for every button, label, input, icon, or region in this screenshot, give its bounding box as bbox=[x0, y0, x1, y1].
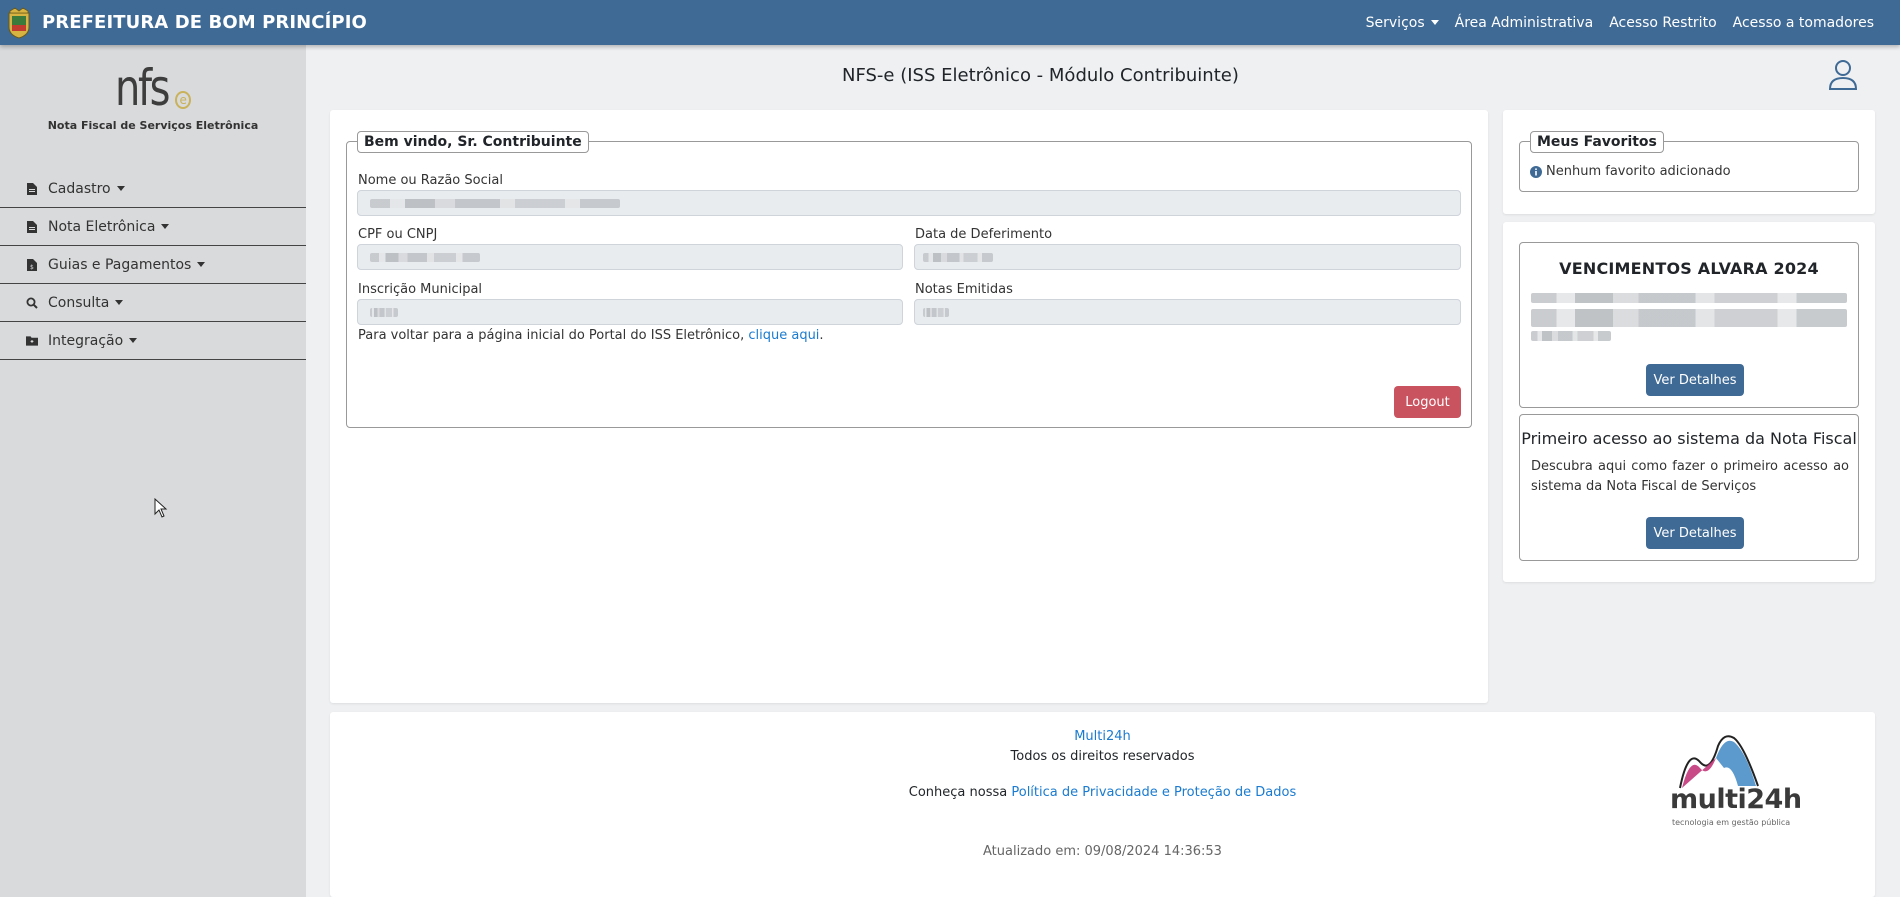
multi24h-logo[interactable]: multi24h tecnologia em gestão pública bbox=[1658, 728, 1802, 832]
redacted-value bbox=[1531, 309, 1847, 327]
primeiro-acesso-details-button[interactable]: Ver Detalhes bbox=[1646, 517, 1744, 549]
nav-area-administrativa[interactable]: Área Administrativa bbox=[1455, 15, 1594, 31]
alvara-box: VENCIMENTOS ALVARA 2024 Ver Detalhes bbox=[1519, 242, 1859, 408]
return-info: Para voltar para a página inicial do Por… bbox=[358, 328, 824, 343]
brand[interactable]: PREFEITURA DE BOM PRINCÍPIO bbox=[0, 0, 367, 45]
chevron-down-icon bbox=[161, 224, 170, 229]
favorites-card: Meus Favoritos Nenhum favorito adicionad… bbox=[1503, 110, 1875, 214]
redacted-value bbox=[370, 308, 398, 317]
name-label: Nome ou Razão Social bbox=[358, 173, 503, 188]
notices-card: VENCIMENTOS ALVARA 2024 Ver Detalhes Pri… bbox=[1503, 222, 1875, 582]
redacted-value bbox=[1531, 293, 1847, 303]
welcome-fieldset: Bem vindo, Sr. Contribuinte Nome ou Razã… bbox=[346, 131, 1472, 428]
sidebar-item-consulta[interactable]: Consulta bbox=[0, 284, 306, 322]
footer-updated: Atualizado em: 09/08/2024 14:36:53 bbox=[983, 844, 1222, 859]
primeiro-acesso-text: Descubra aqui como fazer o primeiro aces… bbox=[1531, 459, 1849, 494]
nfse-logo-area: nfs e Nota Fiscal de Serviços Eletrônica bbox=[0, 45, 306, 170]
footer-company: Multi24h bbox=[330, 729, 1875, 744]
info-icon bbox=[1530, 165, 1542, 178]
cpf-label: CPF ou CNPJ bbox=[358, 227, 438, 242]
site-title: PREFEITURA DE BOM PRINCÍPIO bbox=[42, 12, 367, 33]
deferimento-label: Data de Deferimento bbox=[915, 227, 1053, 242]
multi24h-logo-tagline: tecnologia em gestão pública bbox=[1672, 818, 1791, 827]
return-link[interactable]: clique aqui bbox=[748, 328, 819, 343]
sidebar-item-integracao[interactable]: Integração bbox=[0, 322, 306, 360]
primeiro-acesso-title: Primeiro acesso ao sistema da Nota Fisca… bbox=[1521, 429, 1857, 448]
document-icon bbox=[26, 220, 38, 233]
chevron-down-icon bbox=[129, 338, 138, 343]
inscricao-label: Inscrição Municipal bbox=[358, 282, 483, 297]
return-end: . bbox=[819, 328, 824, 343]
sidebar-item-guias-pagamentos[interactable]: $ Guias e Pagamentos bbox=[0, 246, 306, 284]
redacted-value bbox=[923, 253, 993, 262]
folder-icon bbox=[26, 334, 38, 347]
footer-privacy: Conheça nossa Política de Privacidade e … bbox=[330, 785, 1875, 800]
welcome-legend: Bem vindo, Sr. Contribuinte bbox=[357, 131, 589, 153]
search-icon bbox=[26, 296, 38, 309]
nfse-logo-subtitle: Nota Fiscal de Serviços Eletrônica bbox=[47, 119, 259, 132]
document-icon bbox=[26, 182, 38, 195]
user-icon[interactable] bbox=[1828, 59, 1858, 91]
footer-company-link[interactable]: Multi24h bbox=[1074, 729, 1131, 744]
nav-servicos[interactable]: Serviços bbox=[1366, 15, 1439, 31]
nav-acesso-restrito[interactable]: Acesso Restrito bbox=[1609, 15, 1716, 31]
page-header: NFS-e (ISS Eletrônico - Módulo Contribui… bbox=[306, 45, 1900, 107]
alvara-title: VENCIMENTOS ALVARA 2024 bbox=[1559, 259, 1819, 278]
chevron-down-icon bbox=[1430, 20, 1439, 25]
page-title: NFS-e (ISS Eletrônico - Módulo Contribui… bbox=[842, 65, 1239, 86]
primeiro-acesso-box: Primeiro acesso ao sistema da Nota Fisca… bbox=[1519, 414, 1859, 561]
svg-text:$: $ bbox=[30, 264, 34, 271]
deferimento-field[interactable] bbox=[914, 244, 1461, 270]
sidebar-item-label: Cadastro bbox=[48, 180, 111, 197]
sidebar-item-nota-eletronica[interactable]: Nota Eletrônica bbox=[0, 208, 306, 246]
receipt-icon: $ bbox=[26, 258, 38, 271]
sidebar-item-label: Consulta bbox=[48, 294, 110, 311]
cpf-field[interactable] bbox=[357, 244, 903, 270]
redacted-value bbox=[370, 253, 480, 262]
multi24h-logo-text: multi24h bbox=[1670, 784, 1802, 815]
sidebar-item-label: Nota Eletrônica bbox=[48, 218, 156, 235]
sidebar-item-label: Integração bbox=[48, 332, 124, 349]
notas-label: Notas Emitidas bbox=[915, 282, 1013, 297]
sidebar: nfs e Nota Fiscal de Serviços Eletrônica… bbox=[0, 45, 306, 897]
footer-rights: Todos os direitos reservados bbox=[1010, 749, 1195, 764]
redacted-value bbox=[370, 199, 620, 208]
sidebar-item-label: Guias e Pagamentos bbox=[48, 256, 192, 273]
nav-servicos-label: Serviços bbox=[1365, 14, 1425, 31]
inscricao-field[interactable] bbox=[357, 299, 903, 325]
sidebar-item-cadastro[interactable]: Cadastro bbox=[0, 170, 306, 208]
nav-links: Serviços Área Administrativa Acesso Rest… bbox=[1350, 15, 1900, 31]
nfse-logo-e: e bbox=[175, 91, 192, 109]
alvara-details-button[interactable]: Ver Detalhes bbox=[1646, 364, 1744, 396]
nfse-logo-text: nfs bbox=[114, 59, 170, 117]
logout-button[interactable]: Logout bbox=[1394, 386, 1461, 418]
favorites-fieldset: Meus Favoritos Nenhum favorito adicionad… bbox=[1519, 131, 1859, 192]
nav-acesso-tomadores[interactable]: Acesso a tomadores bbox=[1733, 15, 1874, 31]
city-crest-icon bbox=[8, 7, 30, 39]
name-field[interactable] bbox=[357, 190, 1461, 216]
top-navbar: PREFEITURA DE BOM PRINCÍPIO Serviços Áre… bbox=[0, 0, 1900, 45]
return-text: Para voltar para a página inicial do Por… bbox=[358, 328, 749, 343]
footer: Multi24h Todos os direitos reservados Co… bbox=[330, 712, 1875, 897]
favorites-empty: Nenhum favorito adicionado bbox=[1530, 164, 1731, 179]
nfse-logo: nfs e bbox=[114, 59, 192, 117]
notas-field[interactable] bbox=[914, 299, 1461, 325]
chevron-down-icon bbox=[197, 262, 206, 267]
privacy-policy-link[interactable]: Política de Privacidade e Proteção de Da… bbox=[1011, 785, 1296, 800]
footer-privacy-prefix: Conheça nossa bbox=[908, 785, 1012, 800]
chevron-down-icon bbox=[116, 186, 125, 191]
favorites-legend: Meus Favoritos bbox=[1530, 131, 1664, 153]
redacted-value bbox=[1531, 331, 1611, 341]
mouse-cursor-icon bbox=[154, 498, 168, 518]
favorites-empty-text: Nenhum favorito adicionado bbox=[1546, 164, 1731, 179]
welcome-card: Bem vindo, Sr. Contribuinte Nome ou Razã… bbox=[330, 110, 1488, 703]
redacted-value bbox=[923, 308, 949, 317]
chevron-down-icon bbox=[115, 300, 124, 305]
